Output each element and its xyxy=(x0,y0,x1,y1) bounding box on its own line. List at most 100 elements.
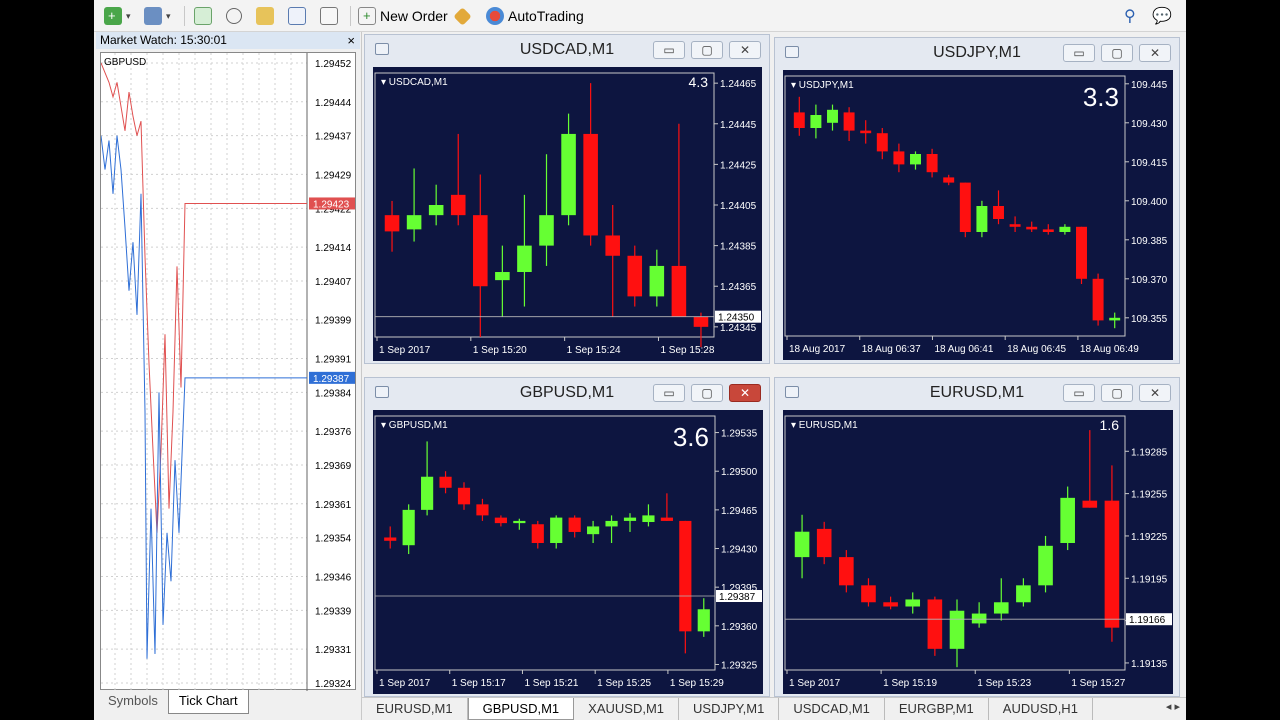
tick-chart: 1.29452 1.29444 1.29437 1.29429 1.29422 1.294… xyxy=(100,52,356,691)
chart-window-usdjpy[interactable]: USDJPY,M1 ▭ ▢ ✕ ▾ USDJPY,M1 3.3 109.445 109.4… xyxy=(774,37,1180,364)
close-button[interactable]: ✕ xyxy=(1139,44,1171,62)
ask-marker-label: 1.29423 xyxy=(313,199,350,210)
time-axis-label: 1 Sep 15:17 xyxy=(452,678,506,689)
time-axis-label: 1 Sep 15:23 xyxy=(977,678,1031,689)
maximize-button[interactable]: ▢ xyxy=(1101,44,1133,62)
price-axis-label: 1.29360 xyxy=(721,622,758,633)
candle-body xyxy=(893,151,905,165)
bottom-tab-gbpusd-m1[interactable]: GBPUSD,M1 xyxy=(467,698,575,720)
minimize-button[interactable]: ▭ xyxy=(1063,384,1095,402)
maximize-button[interactable]: ▢ xyxy=(691,41,723,59)
bottom-tab-usdjpy-m1[interactable]: USDJPY,M1 xyxy=(679,698,780,720)
price-axis-label: 109.430 xyxy=(1131,119,1168,130)
strategy-tester-button[interactable] xyxy=(320,5,338,27)
candle-body xyxy=(1026,226,1038,230)
symbol-label: ▾ GBPUSD,M1 xyxy=(381,420,448,431)
price-chart[interactable]: ▾ USDCAD,M1 4.3 1.24465 1.24445 1.24425 1.244… xyxy=(373,67,762,361)
close-icon[interactable]: × xyxy=(347,32,355,49)
time-axis-label: 1 Sep 15:19 xyxy=(883,678,937,689)
price-level-label: 1.29369 xyxy=(315,461,352,472)
tab-tick-chart[interactable]: Tick Chart xyxy=(167,690,249,714)
terminal-button[interactable] xyxy=(288,5,306,27)
time-axis-label: 1 Sep 15:27 xyxy=(1071,678,1125,689)
candle-body xyxy=(1042,229,1054,232)
candle-body xyxy=(671,265,687,317)
candle-body xyxy=(827,109,838,123)
time-axis-label: 1 Sep 2017 xyxy=(789,678,841,689)
metaeditor-button[interactable] xyxy=(453,5,472,27)
profiles-button[interactable]: ▾ xyxy=(144,5,171,27)
price-level-label: 1.29414 xyxy=(315,243,352,254)
maximize-button[interactable]: ▢ xyxy=(691,384,723,402)
bottom-tab-audusd-h1[interactable]: AUDUSD,H1 xyxy=(989,698,1093,720)
time-axis-label: 18 Aug 06:49 xyxy=(1080,344,1139,355)
auto-trading-button[interactable]: AutoTrading xyxy=(486,5,584,27)
chart-tabs-bar: EURUSD,M1 GBPUSD,M1 XAUUSD,M1 USDJPY,M1 USDC… xyxy=(362,697,1186,720)
tab-symbols[interactable]: Symbols xyxy=(98,690,168,714)
chart-window-gbpusd[interactable]: GBPUSD,M1 ▭ ▢ ✕ ▾ GBPUSD,M1 3.6 1.29535 1.295… xyxy=(364,377,770,697)
price-axis-label: 109.370 xyxy=(1131,275,1168,286)
data-window-button[interactable] xyxy=(226,5,242,27)
candle-body xyxy=(697,609,710,632)
candle-body xyxy=(1076,226,1087,279)
candle-body xyxy=(1059,226,1071,232)
candle-body xyxy=(876,133,888,152)
symbol-label: ▾ USDJPY,M1 xyxy=(791,80,854,91)
candle-body xyxy=(793,112,805,128)
price-chart[interactable]: ▾ GBPUSD,M1 3.6 1.29535 1.29500 1.29465 1.294… xyxy=(373,410,763,694)
price-chart[interactable]: ▾ EURUSD,M1 1.6 1.19285 1.19255 1.19225 1.191… xyxy=(783,410,1173,694)
candle-body xyxy=(457,487,471,505)
close-button[interactable]: ✕ xyxy=(729,41,761,59)
bottom-tab-xauusd-m1[interactable]: XAUUSD,M1 xyxy=(574,698,680,720)
candle-body xyxy=(627,255,643,297)
price-level-label: 1.29324 xyxy=(315,679,352,690)
current-price-label: 1.29387 xyxy=(719,592,756,603)
bottom-tab-eurgbp-m1[interactable]: EURGBP,M1 xyxy=(885,698,989,720)
terminal-window: + ▾ ▾ + New Order AutoTrading ⚲ 💬 Market… xyxy=(94,0,1186,720)
close-button[interactable]: ✕ xyxy=(729,384,761,402)
candle-body xyxy=(421,476,434,510)
minimize-button[interactable]: ▭ xyxy=(653,384,685,402)
time-axis-label: 1 Sep 2017 xyxy=(379,678,431,689)
candle-body xyxy=(450,194,466,216)
price-axis-label: 1.19225 xyxy=(1131,532,1168,543)
candle-body xyxy=(649,265,665,297)
symbol-label: GBPUSD xyxy=(104,57,146,68)
navigator-button[interactable] xyxy=(256,5,274,27)
minimize-button[interactable]: ▭ xyxy=(653,41,685,59)
minimize-button[interactable]: ▭ xyxy=(1063,44,1095,62)
search-button[interactable]: ⚲ xyxy=(1124,5,1136,27)
chart-window-eurusd[interactable]: EURUSD,M1 ▭ ▢ ✕ ▾ EURUSD,M1 1.6 1.19285 1.192… xyxy=(774,377,1180,697)
candle-body xyxy=(402,509,415,546)
candle-body xyxy=(1009,224,1021,227)
time-axis-label: 1 Sep 15:21 xyxy=(524,678,578,689)
price-level-label: 1.29399 xyxy=(315,316,352,327)
market-watch-toggle[interactable] xyxy=(194,5,212,27)
maximize-button[interactable]: ▢ xyxy=(1101,384,1133,402)
bottom-tab-eurusd-m1[interactable]: EURUSD,M1 xyxy=(362,698,468,720)
time-axis-label: 1 Sep 15:28 xyxy=(660,345,714,356)
bid-line xyxy=(100,135,307,659)
new-order-button[interactable]: + New Order xyxy=(358,5,448,27)
candle-body xyxy=(384,537,397,541)
time-axis-label: 18 Aug 06:41 xyxy=(934,344,993,355)
chat-button[interactable]: 💬 xyxy=(1152,5,1172,27)
candle-body xyxy=(1104,500,1120,628)
tab-scroll-arrows[interactable]: ◂ ▸ xyxy=(1166,700,1180,713)
current-price-label: 1.19166 xyxy=(1129,615,1166,626)
new-chart-button[interactable]: + ▾ xyxy=(104,5,131,27)
price-level-label: 1.29376 xyxy=(315,427,352,438)
candle-body xyxy=(531,524,544,543)
candle-body xyxy=(1082,500,1098,508)
candle-body xyxy=(810,115,822,128)
candle-body xyxy=(406,215,422,230)
bottom-tab-usdcad-m1[interactable]: USDCAD,M1 xyxy=(779,698,885,720)
chart-window-usdcad[interactable]: USDCAD,M1 ▭ ▢ ✕ ▾ USDCAD,M1 4.3 1.24465 1.244… xyxy=(364,34,770,364)
price-axis-label: 1.24385 xyxy=(720,242,757,253)
candle-body xyxy=(587,526,600,535)
search-icon: ⚲ xyxy=(1124,8,1136,25)
price-axis-label: 1.19285 xyxy=(1131,447,1168,458)
price-axis-label: 1.24445 xyxy=(720,120,757,131)
price-chart[interactable]: ▾ USDJPY,M1 3.3 109.445 109.430 109.415 109.4… xyxy=(783,70,1173,360)
close-button[interactable]: ✕ xyxy=(1139,384,1171,402)
